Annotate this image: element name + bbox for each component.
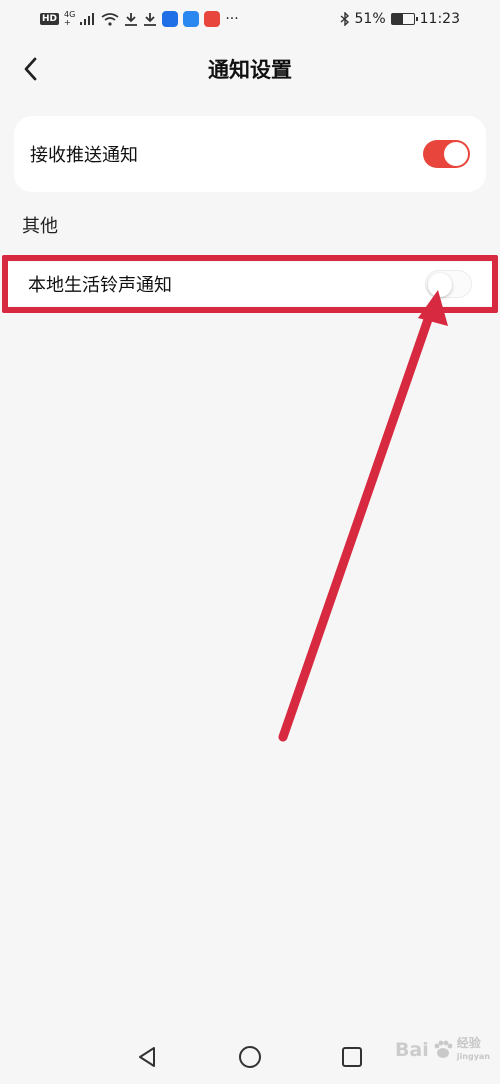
toggle-knob (444, 142, 468, 166)
nav-recent-square-icon[interactable] (338, 1043, 366, 1071)
screen: HD 4G + ··· 51% 11:23 通知设置 接收推送通知 其他 本地生… (0, 0, 500, 1084)
clock: 11:23 (419, 11, 460, 27)
network-extra-label: + (64, 18, 71, 27)
status-bar: HD 4G + ··· 51% 11:23 (0, 0, 500, 38)
header: 通知设置 (0, 38, 500, 100)
nav-home-circle-icon[interactable] (236, 1043, 264, 1071)
wifi-icon (101, 12, 119, 26)
lightbulb-app-icon (162, 11, 179, 27)
download-icon-2 (144, 13, 157, 26)
status-left: HD 4G + ··· (40, 11, 239, 27)
bluetooth-icon (340, 12, 349, 26)
system-nav-bar (0, 1030, 500, 1084)
toggle-knob (428, 273, 452, 297)
push-notification-row: 接收推送通知 (14, 116, 486, 192)
local-ringtone-toggle[interactable] (425, 270, 472, 298)
push-notification-toggle[interactable] (423, 140, 470, 168)
push-notification-label: 接收推送通知 (30, 145, 138, 166)
local-ringtone-label: 本地生活铃声通知 (28, 275, 172, 296)
hd-badge: HD (40, 13, 60, 25)
red-app-icon (204, 11, 221, 27)
annotation-arrow (278, 290, 448, 742)
flower-app-icon (183, 11, 200, 27)
nav-back-triangle-icon[interactable] (134, 1043, 162, 1071)
signal-icon (80, 13, 95, 25)
network-type: 4G + (64, 11, 75, 27)
status-right: 51% 11:23 (340, 11, 460, 27)
page-title: 通知设置 (208, 58, 292, 82)
more-status-icons: ··· (225, 11, 239, 27)
download-icon (125, 13, 138, 26)
battery-icon (390, 13, 418, 25)
battery-fill (391, 14, 403, 24)
section-label-other: 其他 (22, 216, 58, 237)
local-ringtone-row: 本地生活铃声通知 (8, 262, 494, 306)
battery-percent: 51% (354, 11, 386, 27)
back-chevron-icon[interactable] (18, 54, 44, 84)
